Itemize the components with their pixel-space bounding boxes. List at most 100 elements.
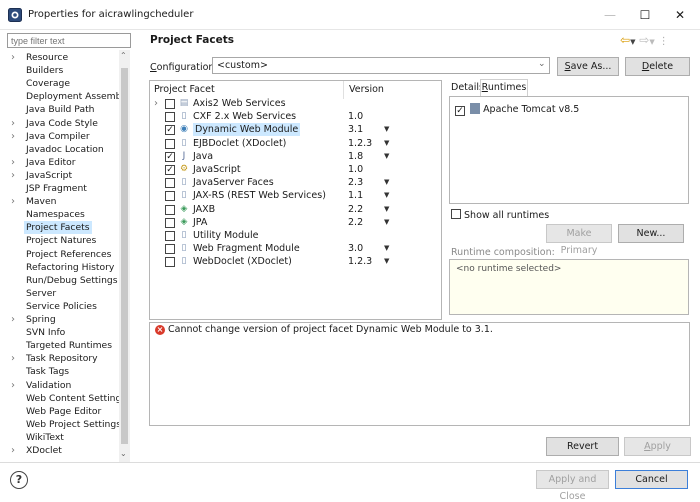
- expand-arrow-icon[interactable]: ›: [11, 51, 21, 64]
- delete-button[interactable]: Delete: [625, 57, 690, 76]
- scroll-down-icon[interactable]: ⌄: [120, 449, 127, 458]
- sidebar-item[interactable]: Run/Debug Settings: [7, 274, 119, 287]
- facet-checkbox[interactable]: [165, 244, 175, 255]
- expand-arrow-icon[interactable]: ›: [11, 379, 21, 392]
- sidebar-item[interactable]: › Java Code Style: [7, 117, 119, 130]
- configuration-select[interactable]: <custom>: [212, 57, 550, 74]
- sidebar-item[interactable]: JSP Fragment: [7, 182, 119, 195]
- facet-checkbox[interactable]: ✓: [165, 151, 175, 162]
- facet-row[interactable]: ▯ Utility Module: [150, 229, 440, 242]
- sidebar-item[interactable]: › Spring: [7, 313, 119, 326]
- sidebar-item[interactable]: › Validation: [7, 379, 119, 392]
- sidebar-item[interactable]: Coverage: [7, 77, 119, 90]
- version-dropdown-icon[interactable]: ▼: [384, 203, 389, 216]
- facet-checkbox[interactable]: ✓: [165, 165, 175, 175]
- expand-arrow-icon[interactable]: ›: [11, 444, 21, 457]
- close-button[interactable]: ✕: [665, 5, 695, 25]
- facet-checkbox[interactable]: ✓: [165, 125, 175, 136]
- help-icon[interactable]: ?: [10, 471, 28, 489]
- sidebar-item[interactable]: › XDoclet: [7, 444, 119, 457]
- sidebar-item[interactable]: › Java Compiler: [7, 130, 119, 143]
- sidebar-item[interactable]: › Task Repository: [7, 352, 119, 365]
- sidebar-item[interactable]: Task Tags: [7, 365, 119, 378]
- expand-arrow-icon[interactable]: ›: [11, 156, 21, 169]
- runtime-checkbox[interactable]: ✓: [455, 106, 465, 116]
- show-all-checkbox[interactable]: [451, 209, 461, 219]
- filter-input[interactable]: [7, 33, 131, 48]
- sidebar-item[interactable]: Web Content Settings: [7, 392, 126, 405]
- expand-arrow-icon[interactable]: ›: [11, 117, 21, 130]
- facet-checkbox[interactable]: [165, 191, 175, 202]
- sidebar-item[interactable]: › Maven: [7, 195, 119, 208]
- version-dropdown-icon[interactable]: ▼: [384, 255, 389, 268]
- tab-runtimes[interactable]: Runtimes: [480, 79, 528, 96]
- cancel-button[interactable]: Cancel: [615, 470, 688, 489]
- facet-checkbox[interactable]: [165, 99, 175, 109]
- version-dropdown-icon[interactable]: ▼: [384, 123, 389, 136]
- tab-details[interactable]: Details: [451, 82, 484, 93]
- expand-arrow-icon[interactable]: ›: [11, 195, 21, 208]
- chevron-down-icon[interactable]: ⌄: [538, 59, 546, 69]
- sidebar-item[interactable]: Targeted Runtimes: [7, 339, 119, 352]
- facet-row[interactable]: ▯ CXF 2.x Web Services 1.0: [150, 110, 440, 123]
- minimize-button[interactable]: —: [595, 5, 625, 25]
- revert-button[interactable]: Revert: [546, 437, 619, 456]
- facet-checkbox[interactable]: [165, 138, 175, 149]
- facet-checkbox[interactable]: [165, 204, 175, 215]
- back-arrow-icon[interactable]: ⇦: [620, 33, 630, 47]
- sidebar-item[interactable]: Project Facets: [7, 221, 119, 235]
- sidebar-item[interactable]: › Resource: [7, 51, 119, 64]
- column-header-facet[interactable]: Project Facet: [154, 84, 215, 95]
- facet-row[interactable]: ◈ JAXB 2.2 ▼: [150, 203, 440, 216]
- column-header-version[interactable]: Version: [349, 84, 384, 95]
- sidebar-item[interactable]: Web Page Editor: [7, 405, 119, 418]
- tree-scroll-thumb[interactable]: [121, 68, 128, 444]
- maximize-button[interactable]: ☐: [630, 5, 660, 25]
- back-menu-icon[interactable]: ▼: [630, 38, 635, 46]
- scroll-up-icon[interactable]: ⌃: [120, 51, 127, 60]
- facet-checkbox[interactable]: [165, 217, 175, 228]
- facet-row[interactable]: ▯ WebDoclet (XDoclet) 1.2.3 ▼: [150, 255, 440, 268]
- runtime-item[interactable]: ✓ Apache Tomcat v8.5: [455, 103, 579, 116]
- facet-checkbox[interactable]: [165, 257, 175, 268]
- facet-row[interactable]: ✓ ◉ Dynamic Web Module 3.1 ▼: [150, 123, 440, 137]
- make-primary-button[interactable]: Make Primary: [546, 224, 612, 256]
- apply-button[interactable]: Apply: [624, 437, 691, 456]
- forward-arrow-icon[interactable]: ⇨: [639, 33, 649, 47]
- expand-arrow-icon[interactable]: ›: [11, 313, 21, 326]
- version-dropdown-icon[interactable]: ▼: [384, 189, 389, 202]
- sidebar-item[interactable]: Server: [7, 287, 119, 300]
- facet-checkbox[interactable]: [165, 178, 175, 189]
- apply-and-close-button[interactable]: Apply and Close: [536, 470, 609, 502]
- version-dropdown-icon[interactable]: ▼: [384, 216, 389, 229]
- version-dropdown-icon[interactable]: ▼: [384, 242, 389, 255]
- facet-row[interactable]: ▯ JavaServer Faces 2.3 ▼: [150, 176, 440, 189]
- expand-arrow-icon[interactable]: ›: [154, 97, 158, 110]
- sidebar-item[interactable]: Javadoc Location: [7, 143, 119, 156]
- show-all-runtimes[interactable]: Show all runtimes: [451, 208, 549, 221]
- more-icon[interactable]: ⋮: [659, 36, 669, 47]
- facet-row[interactable]: ▯ JAX-RS (REST Web Services) 1.1 ▼: [150, 189, 440, 202]
- sidebar-item[interactable]: Project References: [7, 248, 119, 261]
- version-dropdown-icon[interactable]: ▼: [384, 176, 389, 189]
- sidebar-item[interactable]: SVN Info: [7, 326, 119, 339]
- sidebar-item[interactable]: Web Project Settings: [7, 418, 121, 431]
- sidebar-item[interactable]: › JavaScript: [7, 169, 119, 182]
- sidebar-item[interactable]: Deployment Assembly: [7, 90, 129, 103]
- version-dropdown-icon[interactable]: ▼: [384, 150, 389, 163]
- forward-menu-icon[interactable]: ▼: [649, 38, 654, 46]
- sidebar-item[interactable]: Java Build Path: [7, 103, 119, 116]
- facet-row[interactable]: ◈ JPA 2.2 ▼: [150, 216, 440, 229]
- version-dropdown-icon[interactable]: ▼: [384, 137, 389, 150]
- sidebar-item[interactable]: Service Policies: [7, 300, 119, 313]
- expand-arrow-icon[interactable]: ›: [11, 169, 21, 182]
- sidebar-item[interactable]: WikiText: [7, 431, 119, 444]
- save-as-button[interactable]: Save As...: [557, 57, 619, 76]
- facet-checkbox[interactable]: [165, 231, 175, 241]
- sidebar-item[interactable]: Project Natures: [7, 234, 119, 247]
- facet-checkbox[interactable]: [165, 112, 175, 123]
- sidebar-item[interactable]: Builders: [7, 64, 119, 77]
- expand-arrow-icon[interactable]: ›: [11, 352, 21, 365]
- new-runtime-button[interactable]: New...: [618, 224, 684, 243]
- facet-row[interactable]: ✓ ⚙ JavaScript 1.0: [150, 163, 440, 176]
